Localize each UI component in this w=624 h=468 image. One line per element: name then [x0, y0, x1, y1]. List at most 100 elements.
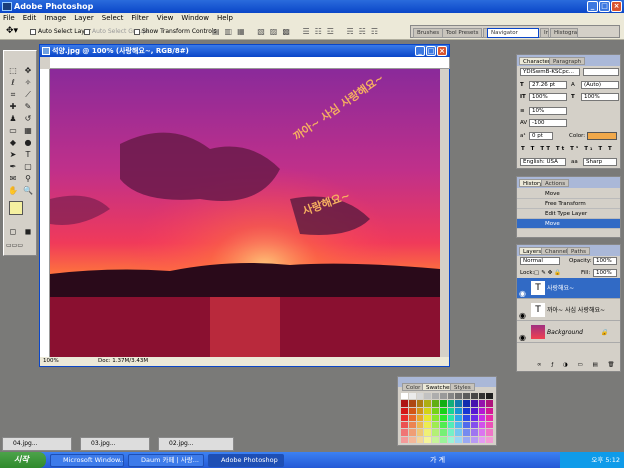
swatch-cell[interactable]: [478, 414, 486, 422]
font-family-field[interactable]: YDISwmB-KSCpc...: [520, 68, 580, 76]
menu-file[interactable]: File: [3, 13, 15, 23]
swatch-cell[interactable]: [455, 422, 462, 429]
swatch-cell[interactable]: [432, 414, 439, 422]
vertical-scale-field[interactable]: 100%: [529, 93, 567, 101]
swatch-cell[interactable]: [432, 407, 439, 414]
move-tool-icon[interactable]: ✥: [21, 65, 35, 77]
swatch-cell[interactable]: [439, 400, 447, 407]
brush-tool-icon[interactable]: ✎: [21, 101, 35, 113]
close-button[interactable]: ×: [611, 1, 622, 12]
crop-tool-icon[interactable]: ⌗: [6, 89, 20, 101]
swatch-cell[interactable]: [447, 429, 455, 436]
well-tab-brushes[interactable]: Brushes: [413, 28, 444, 38]
tab-paths[interactable]: Paths: [567, 247, 590, 255]
minimized-doc-04[interactable]: 04.jpg...: [2, 437, 72, 451]
swatch-grid[interactable]: [401, 393, 493, 443]
blend-mode-select[interactable]: Normal: [520, 257, 560, 265]
layer-row-background[interactable]: ◉ Background 🔒: [517, 322, 620, 343]
swatch-cell[interactable]: [432, 400, 439, 407]
menu-image[interactable]: Image: [44, 13, 66, 23]
menu-layer[interactable]: Layer: [74, 13, 94, 23]
swatch-cell[interactable]: [432, 422, 439, 429]
swatch-cell[interactable]: [416, 422, 424, 429]
swatch-cell[interactable]: [470, 436, 478, 443]
swatch-cell[interactable]: [401, 414, 408, 422]
swatch-cell[interactable]: [478, 400, 486, 407]
history-item[interactable]: Move: [517, 189, 620, 199]
swatch-cell[interactable]: [447, 407, 455, 414]
swatch-cell[interactable]: [470, 414, 478, 422]
show-transform-checkbox[interactable]: Show Transform Controls: [134, 23, 217, 40]
leading-field[interactable]: (Auto): [581, 81, 619, 89]
standard-mode-icon[interactable]: ◻: [6, 226, 20, 238]
swatch-cell[interactable]: [463, 393, 470, 400]
slice-tool-icon[interactable]: ⟋: [21, 89, 35, 101]
menu-view[interactable]: View: [157, 13, 174, 23]
swatch-cell[interactable]: [408, 436, 416, 443]
language-select[interactable]: English: USA: [520, 158, 566, 166]
swatch-cell[interactable]: [401, 400, 408, 407]
swatch-cell[interactable]: [455, 414, 462, 422]
auto-select-layer-checkbox[interactable]: Auto Select Layer: [30, 23, 91, 40]
menu-window[interactable]: Window: [181, 13, 209, 23]
swatch-cell[interactable]: [463, 414, 470, 422]
minimized-doc-03[interactable]: 03.jpg...: [80, 437, 150, 451]
screen-mode-icon[interactable]: ▭▭▭: [6, 240, 23, 252]
swatch-cell[interactable]: [455, 393, 462, 400]
text-color-swatch[interactable]: [587, 132, 617, 140]
blur-tool-icon[interactable]: ◆: [6, 137, 20, 149]
maximize-button[interactable]: □: [599, 1, 610, 12]
zoom-level[interactable]: 100%: [43, 358, 59, 364]
menu-filter[interactable]: Filter: [131, 13, 148, 23]
clone-stamp-icon[interactable]: ♟: [6, 113, 20, 125]
swatch-cell[interactable]: [439, 429, 447, 436]
magic-wand-icon[interactable]: ✧: [21, 77, 35, 89]
swatch-cell[interactable]: [455, 407, 462, 414]
swatch-cell[interactable]: [432, 429, 439, 436]
tab-actions[interactable]: Actions: [541, 179, 570, 187]
swatch-cell[interactable]: [463, 400, 470, 407]
font-style-field[interactable]: [583, 68, 619, 76]
swatch-cell[interactable]: [455, 429, 462, 436]
horizontal-scale-field[interactable]: 100%: [581, 93, 619, 101]
swatch-cell[interactable]: [486, 429, 493, 436]
lasso-tool-icon[interactable]: ℓ: [6, 77, 20, 89]
swatch-cell[interactable]: [478, 393, 486, 400]
eyedropper-icon[interactable]: ⚲: [21, 173, 35, 185]
tracking-field[interactable]: 10%: [529, 107, 567, 115]
eraser-tool-icon[interactable]: ▭: [6, 125, 20, 137]
swatch-cell[interactable]: [408, 414, 416, 422]
history-item[interactable]: Free Transform: [517, 199, 620, 209]
swatch-cell[interactable]: [408, 400, 416, 407]
well-tab-histogram[interactable]: Histogram: [550, 28, 578, 38]
swatch-cell[interactable]: [401, 407, 408, 414]
history-item[interactable]: Edit Type Layer: [517, 209, 620, 219]
swatch-cell[interactable]: [447, 422, 455, 429]
well-tab-tool-presets[interactable]: Tool Presets: [442, 28, 483, 38]
swatch-cell[interactable]: [439, 393, 447, 400]
swatch-cell[interactable]: [463, 422, 470, 429]
hand-tool-icon[interactable]: ✋: [6, 185, 20, 197]
baseline-shift-field[interactable]: 0 pt: [529, 132, 553, 140]
tab-styles[interactable]: Styles: [450, 383, 475, 391]
swatch-cell[interactable]: [416, 400, 424, 407]
swatch-cell[interactable]: [424, 400, 431, 407]
menu-select[interactable]: Select: [102, 13, 124, 23]
dodge-tool-icon[interactable]: ●: [21, 137, 35, 149]
tab-paragraph[interactable]: Paragraph: [549, 57, 586, 65]
layer-row[interactable]: ◉ T 까아~ 사심 사랑해요~: [517, 300, 620, 321]
swatch-cell[interactable]: [470, 400, 478, 407]
swatch-cell[interactable]: [486, 422, 493, 429]
swatch-cell[interactable]: [447, 436, 455, 443]
task-daum-cafe[interactable]: Daum 카페 | 사랑...: [128, 454, 204, 467]
swatch-cell[interactable]: [424, 393, 431, 400]
swatch-cell[interactable]: [470, 393, 478, 400]
faux-style-buttons[interactable]: T T TT Tt T¹ T₁ T T: [521, 145, 614, 153]
doc-maximize-button[interactable]: □: [426, 46, 436, 56]
swatch-cell[interactable]: [401, 422, 408, 429]
swatch-cell[interactable]: [416, 393, 424, 400]
path-select-icon[interactable]: ➤: [6, 149, 20, 161]
swatch-cell[interactable]: [478, 429, 486, 436]
gradient-tool-icon[interactable]: ▦: [21, 125, 35, 137]
healing-brush-icon[interactable]: ✚: [6, 101, 20, 113]
